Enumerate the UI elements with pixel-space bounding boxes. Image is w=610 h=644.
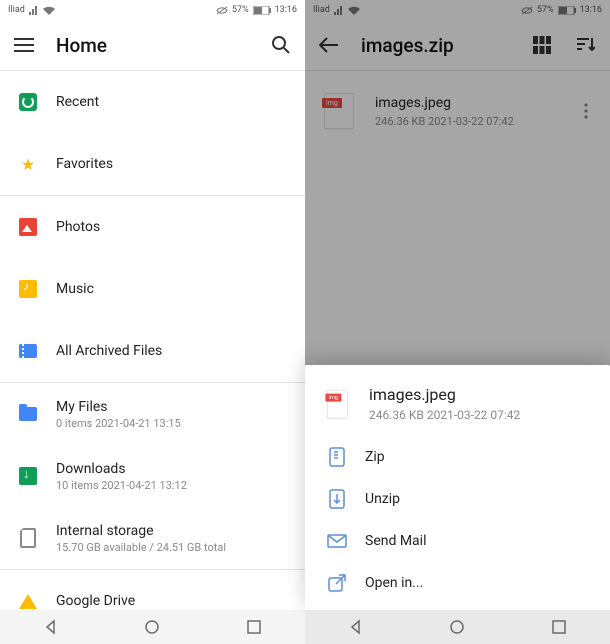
sheet-file-name: images.jpeg: [369, 385, 520, 404]
status-bar: Iliad 57% 13:16: [305, 0, 610, 20]
grid-view-icon[interactable]: [530, 33, 554, 57]
nav-label: Music: [56, 281, 94, 297]
nav-label: Google Drive: [56, 593, 135, 609]
signal-icon: [29, 6, 39, 15]
folder-icon: [19, 407, 37, 421]
recents-button[interactable]: [541, 615, 577, 639]
nav-list: Recent ★ Favorites Photos Music All Arch…: [0, 71, 305, 610]
clock: 13:16: [580, 5, 602, 15]
screen-archive: Iliad 57% 13:16 images.zip: [305, 0, 610, 644]
page-title: Home: [56, 34, 249, 57]
nav-label: My Files: [56, 399, 181, 415]
action-label: Send Mail: [365, 533, 426, 549]
nav-label: All Archived Files: [56, 343, 162, 359]
recents-button[interactable]: [236, 615, 272, 639]
search-icon[interactable]: [269, 33, 293, 57]
back-button[interactable]: [33, 615, 69, 639]
screen-home: Iliad 57% 13:16 Home Rec: [0, 0, 305, 644]
nav-label: Recent: [56, 94, 99, 110]
image-file-icon: [324, 93, 354, 129]
file-meta: 246.36 KB 2021-03-22 07:42: [375, 115, 514, 128]
hamburger-menu-icon[interactable]: [12, 33, 36, 57]
carrier-label: Iliad: [8, 5, 25, 15]
battery-icon: [253, 6, 271, 15]
nav-label: Favorites: [56, 156, 113, 172]
nav-label: Downloads: [56, 461, 187, 477]
unzip-icon: [327, 489, 347, 509]
archive-icon: [19, 344, 37, 358]
sort-icon[interactable]: [574, 33, 598, 57]
action-send-mail[interactable]: Send Mail: [305, 520, 610, 562]
battery-icon: [558, 6, 576, 15]
action-zip[interactable]: Zip: [305, 436, 610, 478]
back-arrow-icon[interactable]: [317, 33, 341, 57]
bottom-sheet: images.jpeg 246.36 KB 2021-03-22 07:42 Z…: [305, 365, 610, 610]
app-bar: images.zip: [305, 20, 610, 70]
drive-icon: [19, 594, 37, 609]
system-nav-bar: [305, 610, 610, 644]
action-open-in[interactable]: Open in...: [305, 562, 610, 604]
open-in-icon: [327, 573, 347, 593]
nav-item-favorites[interactable]: ★ Favorites: [0, 133, 305, 195]
action-label: Unzip: [365, 491, 400, 507]
eye-off-icon: [216, 6, 228, 15]
nav-item-internal[interactable]: Internal storage 15.70 GB available / 24…: [0, 507, 305, 569]
page-title: images.zip: [361, 34, 510, 57]
system-nav-bar: [0, 610, 305, 644]
back-button[interactable]: [338, 615, 374, 639]
image-file-icon: [327, 389, 348, 418]
nav-item-music[interactable]: Music: [0, 258, 305, 320]
nav-label: Internal storage: [56, 523, 226, 539]
status-bar: Iliad 57% 13:16: [0, 0, 305, 20]
download-icon: [19, 467, 37, 485]
app-bar: Home: [0, 20, 305, 70]
eye-off-icon: [521, 6, 533, 15]
clock: 13:16: [275, 5, 297, 15]
recent-icon: [19, 93, 37, 111]
file-row[interactable]: images.jpeg 246.36 KB 2021-03-22 07:42: [305, 71, 610, 133]
nav-label: Photos: [56, 219, 100, 235]
home-button[interactable]: [439, 615, 475, 639]
nav-item-myfiles[interactable]: My Files 0 items 2021-04-21 13:15: [0, 383, 305, 445]
action-label: Open in...: [365, 575, 423, 591]
battery-pct: 57%: [537, 5, 554, 15]
nav-sub: 0 items 2021-04-21 13:15: [56, 417, 181, 430]
wifi-icon: [348, 6, 360, 15]
action-unzip[interactable]: Unzip: [305, 478, 610, 520]
nav-item-recent[interactable]: Recent: [0, 71, 305, 133]
storage-icon: [20, 528, 36, 548]
file-name: images.jpeg: [375, 95, 514, 111]
sheet-header: images.jpeg 246.36 KB 2021-03-22 07:42: [305, 379, 610, 436]
signal-icon: [334, 6, 344, 15]
wifi-icon: [43, 6, 55, 15]
star-icon: ★: [21, 155, 35, 174]
photo-icon: [19, 218, 37, 236]
carrier-label: Iliad: [313, 5, 330, 15]
nav-item-downloads[interactable]: Downloads 10 items 2021-04-21 13:12: [0, 445, 305, 507]
nav-item-archived[interactable]: All Archived Files: [0, 320, 305, 382]
more-vert-icon[interactable]: [574, 99, 598, 123]
mail-icon: [327, 531, 347, 551]
nav-item-photos[interactable]: Photos: [0, 196, 305, 258]
battery-pct: 57%: [232, 5, 249, 15]
sheet-file-meta: 246.36 KB 2021-03-22 07:42: [369, 408, 520, 422]
nav-sub: 15.70 GB available / 24.51 GB total: [56, 541, 226, 554]
nav-sub: 10 items 2021-04-21 13:12: [56, 479, 187, 492]
home-button[interactable]: [134, 615, 170, 639]
music-icon: [19, 280, 37, 298]
nav-item-gdrive[interactable]: Google Drive: [0, 570, 305, 610]
zip-icon: [327, 447, 347, 467]
action-label: Zip: [365, 449, 385, 465]
